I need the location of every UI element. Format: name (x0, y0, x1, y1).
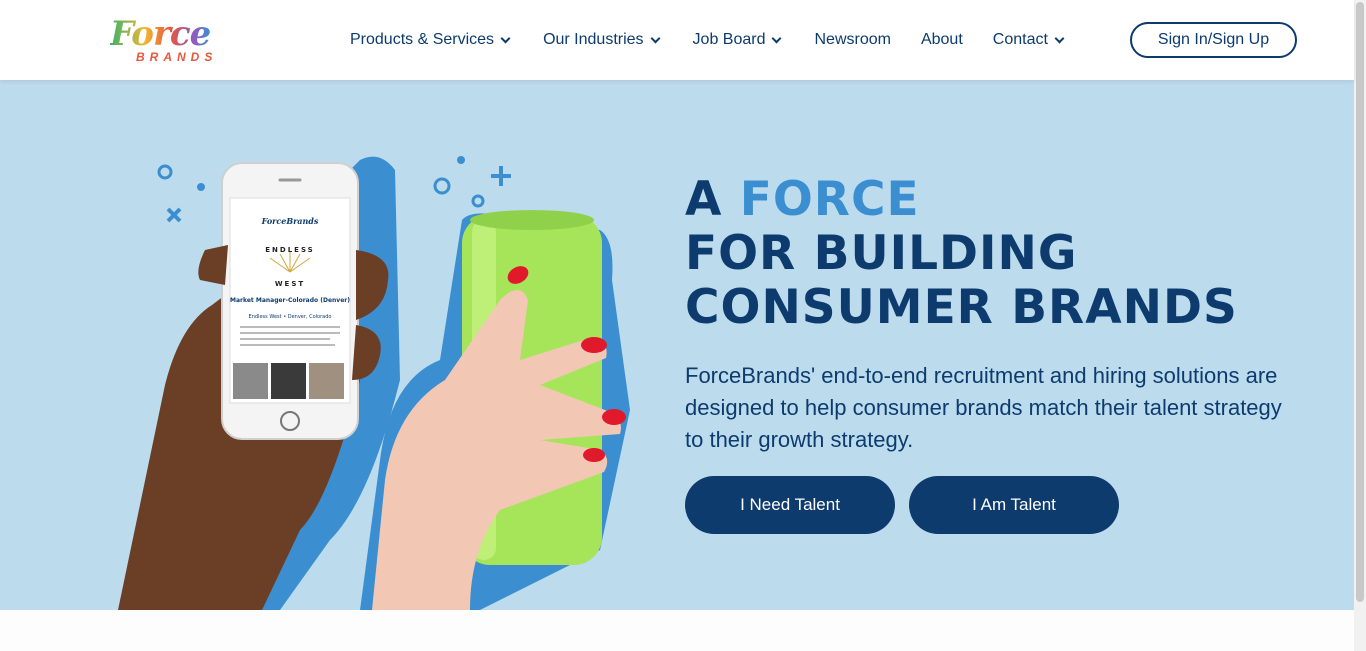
phone-job-meta: Endless West • Denver, Colorado (249, 314, 332, 320)
logo-subtitle: BRANDS (136, 50, 218, 64)
main-nav: Products & Services Our Industries Job B… (350, 29, 1065, 51)
chevron-down-icon (1054, 33, 1065, 43)
nav-label: About (920, 31, 963, 48)
confetti-dot (197, 183, 205, 191)
nail-red (583, 448, 605, 462)
thumb (198, 245, 228, 285)
i-am-talent-button[interactable]: I Am Talent (909, 476, 1119, 534)
hero-subtext: ForceBrands' end-to-end recruitment and … (685, 363, 1282, 452)
nav-job-board[interactable]: Job Board (692, 31, 782, 49)
confetti-circle (471, 194, 485, 208)
chevron-down-icon (500, 33, 511, 43)
hero-illustration: ForceBrands ENDLESS WEST Market Manager-… (118, 156, 630, 610)
headline-a: A (685, 172, 740, 227)
nail-red (602, 409, 626, 425)
chevron-down-icon (772, 33, 782, 43)
nav-products-services[interactable]: Products & Services (350, 31, 511, 49)
nav-label: Job Board (692, 31, 766, 48)
confetti-circle (157, 164, 173, 180)
site-header: Force BRANDS Products & Services Our Ind… (0, 0, 1354, 80)
nav-newsroom[interactable]: Newsroom (814, 31, 890, 49)
hero-headline: A FORCE FOR BUILDING CONSUMER BRANDS (685, 173, 1238, 335)
confetti-circle (433, 177, 451, 195)
confetti-dot (457, 156, 465, 164)
headline-line2: FOR BUILDING (685, 226, 1078, 281)
chevron-down-icon (650, 33, 660, 43)
confetti-plus-icon (491, 166, 511, 186)
i-need-talent-button[interactable]: I Need Talent (685, 476, 895, 534)
sign-in-sign-up-button[interactable]: Sign In/Sign Up (1130, 22, 1297, 58)
phone-device: ForceBrands ENDLESS WEST Market Manager-… (221, 162, 359, 440)
phone-job-title: Market Manager-Colorado (Denver) (230, 297, 350, 304)
forcebrands-logo[interactable]: Force BRANDS (110, 14, 220, 66)
confetti-x-icon (166, 207, 182, 223)
nav-label: Contact (992, 31, 1048, 48)
nav-label: Newsroom (814, 31, 891, 48)
hero-section: ForceBrands ENDLESS WEST Market Manager-… (0, 80, 1354, 610)
nav-label: Products & Services (350, 31, 495, 48)
nav-our-industries[interactable]: Our Industries (543, 31, 660, 49)
page-scrollbar[interactable] (1354, 0, 1366, 651)
nav-about[interactable]: About (921, 31, 963, 49)
scrollbar-thumb[interactable] (1356, 2, 1364, 602)
below-hero-section (0, 610, 1354, 651)
phone-company-line2: WEST (275, 280, 305, 288)
logo-wordmark: Force (110, 14, 211, 54)
nail-red (581, 337, 607, 353)
nav-label: Our Industries (543, 31, 644, 48)
headline-line3: CONSUMER BRANDS (685, 280, 1238, 335)
phone-app-name: ForceBrands (261, 216, 319, 226)
nav-contact[interactable]: Contact (992, 31, 1065, 49)
headline-accent: FORCE (739, 172, 920, 227)
